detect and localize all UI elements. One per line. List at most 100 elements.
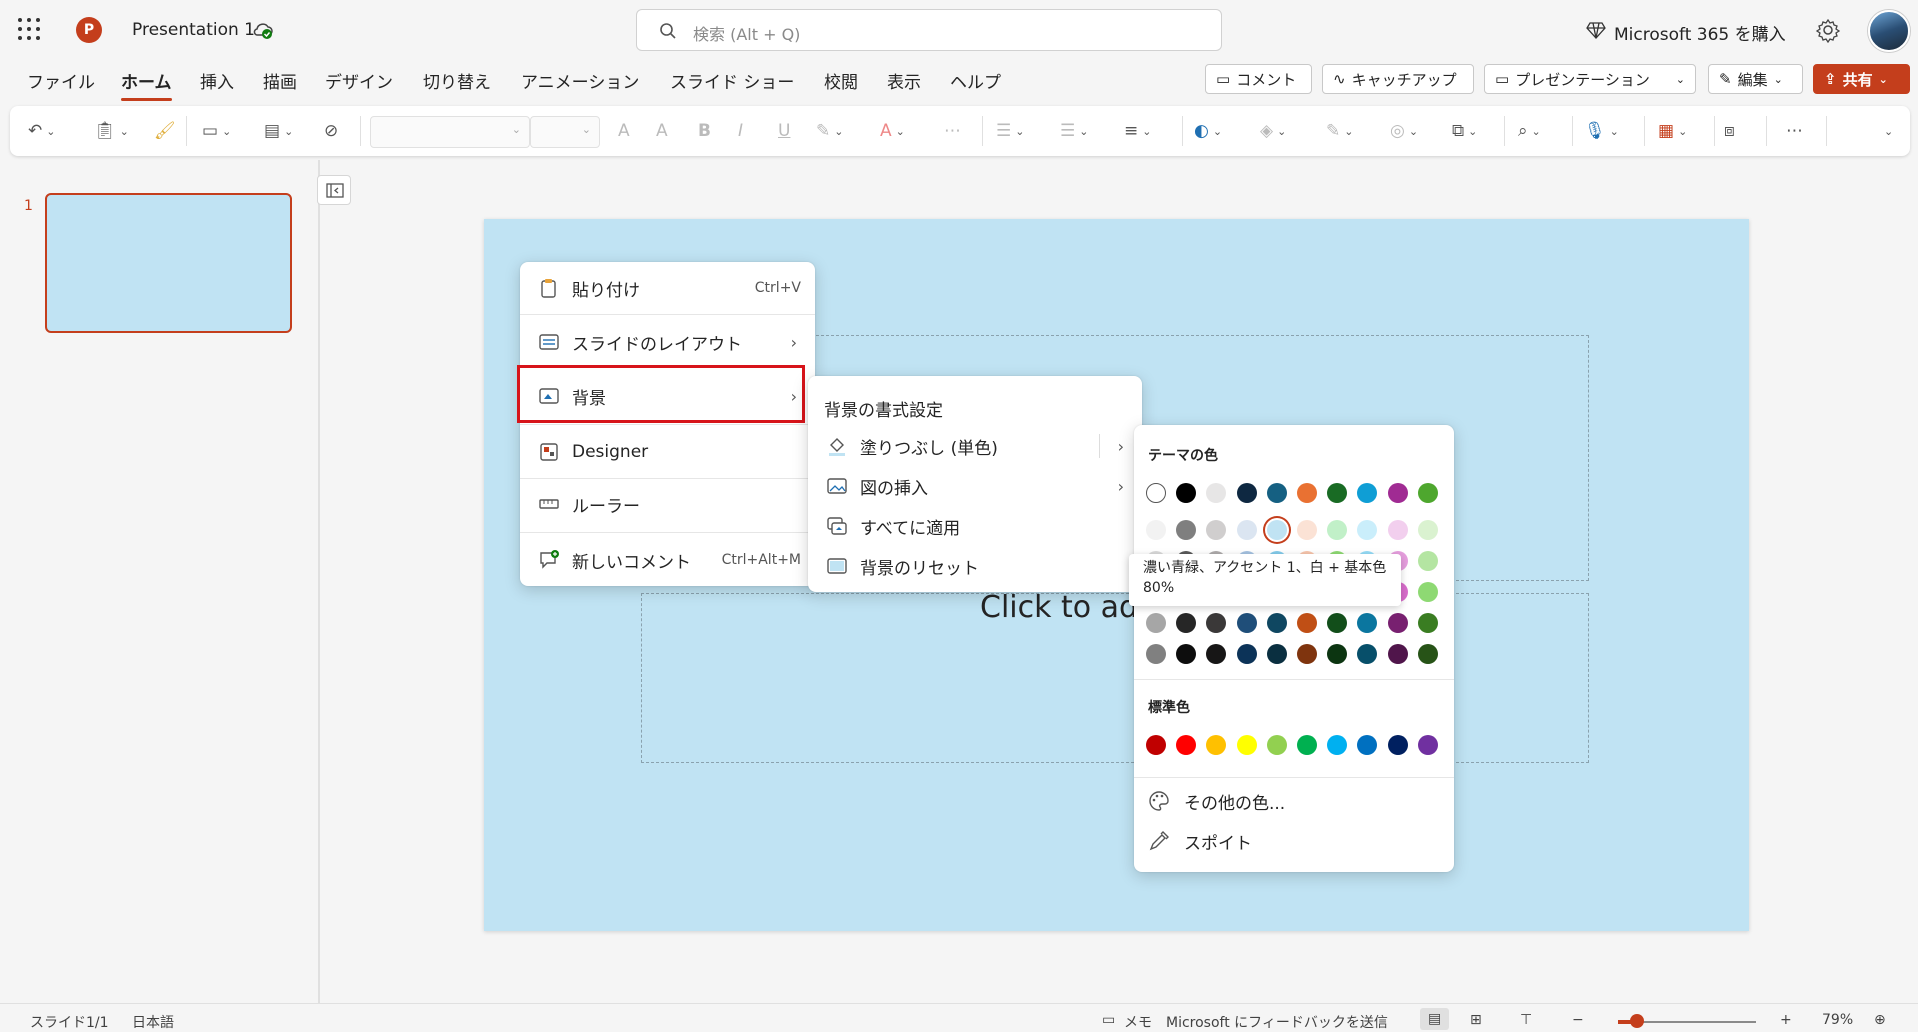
theme-color-swatch[interactable] <box>1176 483 1197 503</box>
theme-color-swatch[interactable] <box>1146 483 1166 503</box>
theme-color-shade-swatch[interactable] <box>1327 644 1348 664</box>
increase-font-button[interactable]: A <box>618 118 630 144</box>
format-painter-button[interactable]: 🖌︎ <box>154 118 176 144</box>
tab-help[interactable]: ヘルプ <box>950 68 1001 93</box>
share-button[interactable]: ⇪ 共有 ⌄ <box>1813 64 1910 94</box>
menu-item-insert-picture[interactable]: 図の挿入 › <box>808 466 1142 506</box>
panel-divider[interactable] <box>318 160 320 1003</box>
theme-color-shade-swatch[interactable] <box>1387 520 1408 540</box>
font-color-button[interactable]: A ⌄ <box>880 118 905 144</box>
theme-color-shade-swatch[interactable] <box>1266 613 1287 633</box>
theme-color-swatch[interactable] <box>1266 483 1287 503</box>
zoom-in-button[interactable]: + <box>1780 1012 1792 1028</box>
theme-color-shade-swatch[interactable] <box>1297 613 1317 633</box>
paste-button[interactable]: 📋︎ ⌄ <box>94 118 129 144</box>
theme-color-swatch[interactable] <box>1357 483 1378 503</box>
font-family-select[interactable]: ⌄ <box>370 116 530 148</box>
zoom-level[interactable]: 79% <box>1822 1012 1853 1028</box>
eyedropper-item[interactable]: スポイト <box>1134 821 1454 861</box>
expand-ribbon-button[interactable]: ⌄ <box>1884 118 1893 144</box>
numbering-button[interactable]: ☰ ⌄ <box>1060 118 1088 144</box>
slide-thumbnail[interactable] <box>45 193 292 333</box>
shape-outline-button[interactable]: ✎ ⌄ <box>1326 118 1353 144</box>
slide-sorter-button[interactable]: ⊞ <box>1470 1012 1482 1028</box>
fit-to-window-button[interactable]: ⊕ <box>1874 1012 1886 1028</box>
menu-item-designer[interactable]: Designer <box>520 426 815 478</box>
tab-file[interactable]: ファイル <box>27 68 95 93</box>
comment-button[interactable]: ▭ コメント <box>1205 64 1312 94</box>
reuse-slides-button[interactable]: ⧈ <box>1724 118 1735 144</box>
decrease-font-button[interactable]: A <box>656 118 668 144</box>
designer-button[interactable]: ▦ ⌄ <box>1658 118 1687 144</box>
theme-color-shade-swatch[interactable] <box>1236 613 1257 633</box>
tab-animations[interactable]: アニメーション <box>521 68 639 93</box>
theme-color-shade-swatch[interactable] <box>1327 613 1348 633</box>
user-avatar[interactable] <box>1868 10 1910 52</box>
theme-color-shade-swatch[interactable] <box>1176 644 1197 664</box>
bold-button[interactable]: B <box>698 118 711 144</box>
menu-item-reset-background[interactable]: 背景のリセット <box>808 546 1142 586</box>
theme-color-swatch[interactable] <box>1206 483 1227 503</box>
theme-color-shade-swatch[interactable] <box>1417 582 1438 602</box>
search-box[interactable]: 検索 (Alt + Q) <box>636 9 1222 51</box>
theme-color-shade-swatch[interactable] <box>1357 520 1378 540</box>
tab-design[interactable]: デザイン <box>325 68 393 93</box>
collapse-panel-button[interactable] <box>317 175 351 205</box>
menu-item-apply-all[interactable]: すべてに適用 <box>808 506 1142 546</box>
shape-effects-button[interactable]: ◎ ⌄ <box>1390 118 1418 144</box>
edit-mode-button[interactable]: ✎ 編集 ⌄ <box>1708 64 1803 94</box>
find-button[interactable]: ⌕ ⌄ <box>1518 118 1541 144</box>
theme-color-shade-swatch[interactable] <box>1146 644 1166 664</box>
theme-color-swatch[interactable] <box>1236 483 1257 503</box>
theme-color-shade-swatch[interactable] <box>1206 644 1227 664</box>
settings-gear-icon[interactable] <box>1815 17 1841 43</box>
more-options-button[interactable]: ⋯ <box>1786 118 1803 144</box>
app-launcher-icon[interactable] <box>18 18 40 40</box>
theme-color-shade-swatch[interactable] <box>1327 520 1348 540</box>
theme-color-shade-swatch[interactable] <box>1236 520 1257 540</box>
tab-transitions[interactable]: 切り替え <box>423 68 491 93</box>
theme-color-shade-swatch[interactable] <box>1176 613 1197 633</box>
highlight-button[interactable]: ✎ ⌄ <box>816 118 843 144</box>
font-size-select[interactable]: ⌄ <box>530 116 600 148</box>
theme-color-shade-swatch[interactable] <box>1357 613 1378 633</box>
underline-button[interactable]: U <box>778 118 790 144</box>
theme-color-swatch[interactable] <box>1327 483 1348 503</box>
more-font-button[interactable]: ⋯ <box>944 118 961 144</box>
menu-item-ruler[interactable]: ルーラー <box>520 478 815 530</box>
standard-color-swatch[interactable] <box>1176 735 1197 755</box>
align-button[interactable]: ≡ ⌄ <box>1124 118 1151 144</box>
presenter-view-button[interactable]: ⊤ <box>1520 1012 1532 1028</box>
tab-draw[interactable]: 描画 <box>263 68 297 93</box>
tab-insert[interactable]: 挿入 <box>200 68 234 93</box>
theme-color-shade-swatch[interactable] <box>1387 644 1408 664</box>
tab-slideshow[interactable]: スライド ショー <box>670 68 794 93</box>
submenu-header[interactable]: 背景の書式設定 <box>824 396 943 421</box>
dictate-button[interactable]: 🎙︎ ⌄ <box>1584 118 1619 144</box>
standard-color-swatch[interactable] <box>1146 735 1166 755</box>
arrange-button[interactable]: ⧉ ⌄ <box>1452 118 1477 144</box>
menu-item-slide-layout[interactable]: スライドのレイアウト › <box>520 316 815 368</box>
tab-review[interactable]: 校閲 <box>824 68 858 93</box>
standard-color-swatch[interactable] <box>1206 735 1227 755</box>
chevron-right-icon[interactable]: › <box>1118 437 1124 456</box>
standard-color-swatch[interactable] <box>1327 735 1348 755</box>
shape-fill-button[interactable]: ◈ ⌄ <box>1260 118 1286 144</box>
theme-color-shade-swatch[interactable] <box>1206 613 1227 633</box>
theme-color-swatch[interactable] <box>1417 483 1438 503</box>
theme-color-shade-swatch[interactable] <box>1266 644 1287 664</box>
italic-button[interactable]: I <box>738 118 743 144</box>
theme-color-shade-swatch[interactable] <box>1146 520 1166 540</box>
feedback-link[interactable]: Microsoft にフィードバックを送信 <box>1166 1012 1388 1032</box>
menu-item-new-comment[interactable]: 新しいコメント Ctrl+Alt+M <box>520 534 815 586</box>
shapes-button[interactable]: ◐ ⌄ <box>1194 118 1222 144</box>
theme-color-shade-swatch[interactable] <box>1417 644 1438 664</box>
buy-microsoft-365-link[interactable]: Microsoft 365 を購入 <box>1614 20 1786 45</box>
theme-color-shade-swatch[interactable] <box>1417 613 1438 633</box>
theme-color-shade-swatch[interactable] <box>1357 644 1378 664</box>
notes-button[interactable]: メモ <box>1124 1012 1152 1032</box>
cloud-saved-icon[interactable] <box>252 19 274 41</box>
chevron-down-icon[interactable]: ⌄ <box>1676 73 1685 86</box>
zoom-out-button[interactable]: − <box>1572 1012 1584 1028</box>
normal-view-button[interactable]: ▤ <box>1420 1008 1450 1030</box>
